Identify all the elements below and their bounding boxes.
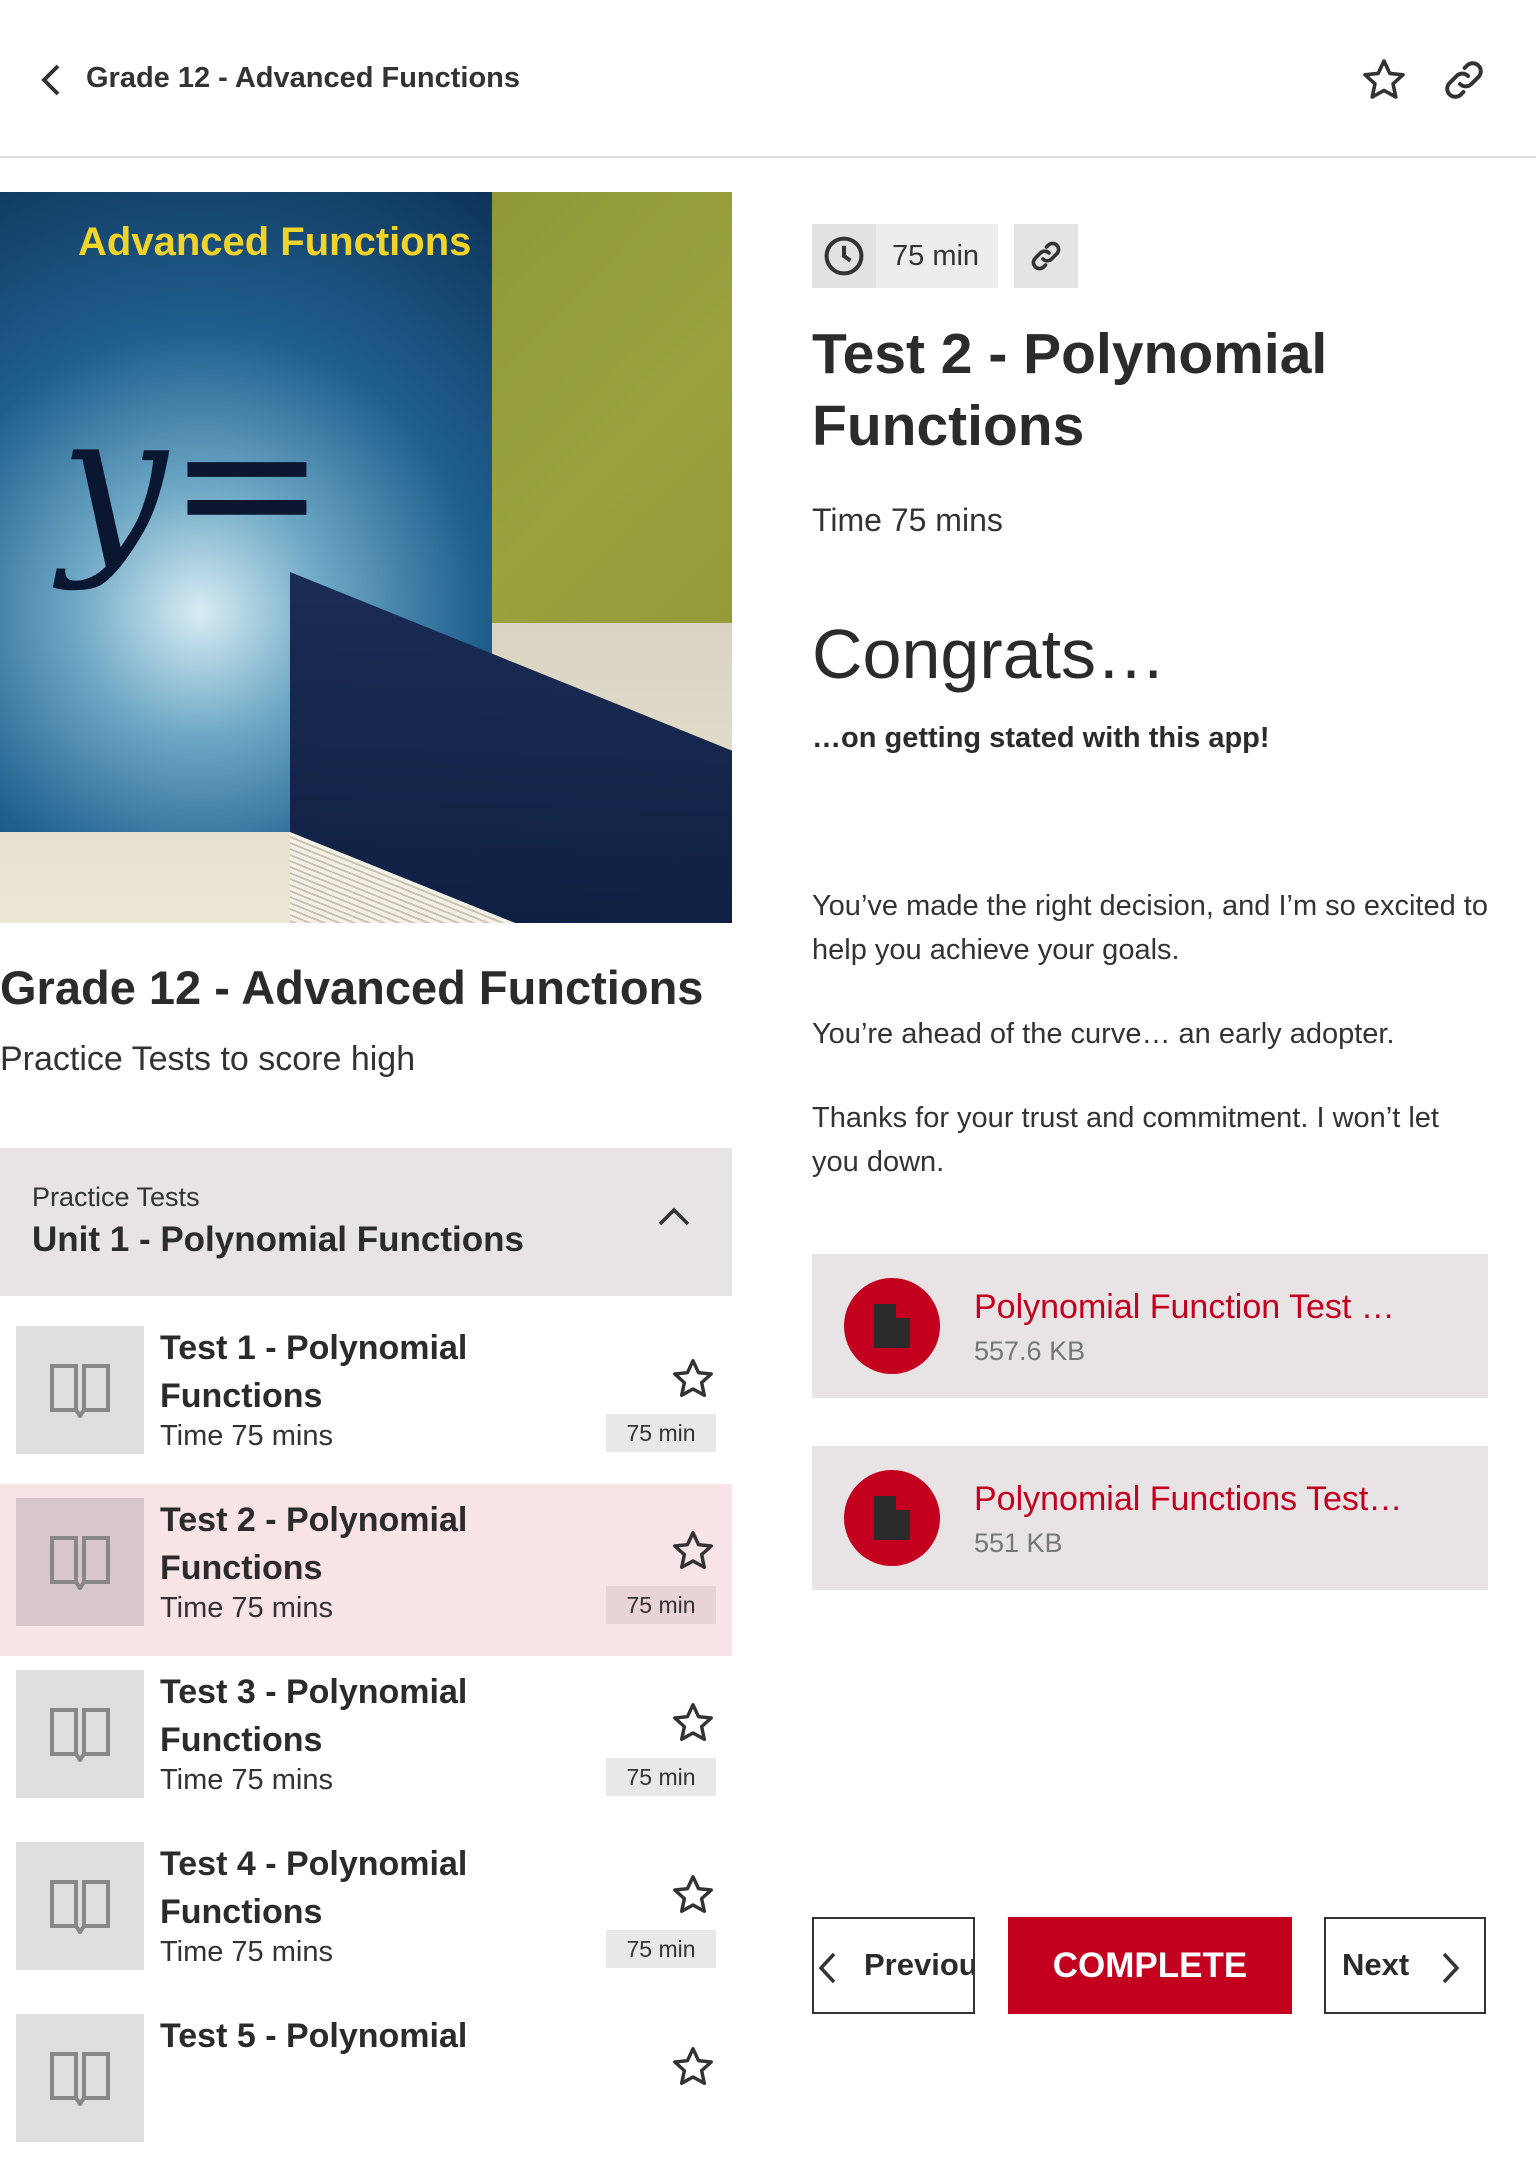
lesson-time: Time 75 mins xyxy=(812,502,1003,538)
cover-title: Advanced Functions xyxy=(78,220,472,264)
copy-link-button[interactable] xyxy=(1014,224,1078,288)
document-icon xyxy=(874,1304,910,1348)
course-cover-image: Advanced Functions y= xyxy=(0,192,732,923)
star-icon[interactable] xyxy=(670,1700,716,1746)
content-paragraph: You’ve made the right decision, and I’m … xyxy=(812,890,1488,966)
attachment-size: 551 KB xyxy=(974,1528,1063,1558)
list-item[interactable]: Test 1 - Polynomial Functions Time 75 mi… xyxy=(0,1312,732,1484)
duration-badge: 75 min xyxy=(606,1586,716,1624)
book-icon xyxy=(50,1364,110,1418)
item-title: Test 4 - Polynomial Functions xyxy=(160,1845,468,1931)
link-icon xyxy=(1031,241,1061,271)
item-title: Test 5 - Polynomial xyxy=(160,2017,468,2055)
item-thumbnail xyxy=(16,1498,144,1626)
item-thumbnail xyxy=(16,1670,144,1798)
page-title: Grade 12 - Advanced Functions xyxy=(86,62,521,94)
lesson-title: Test 2 - Polynomial Functions xyxy=(812,322,1328,458)
content-heading: Congrats… xyxy=(812,615,1167,693)
section-header[interactable]: Practice Tests Unit 1 - Polynomial Funct… xyxy=(0,1148,732,1296)
attachment-item[interactable]: Polynomial Function Test … 557.6 KB xyxy=(812,1254,1488,1398)
item-time: Time 75 mins xyxy=(160,1420,333,1452)
item-time: Time 75 mins xyxy=(160,1764,333,1796)
attachment-item[interactable]: Polynomial Functions Test… 551 KB xyxy=(812,1446,1488,1590)
section-name: Unit 1 - Polynomial Functions xyxy=(32,1220,524,1259)
attachment-name: Polynomial Functions Test… xyxy=(974,1480,1403,1518)
previous-button[interactable]: Previous xyxy=(812,1917,975,2014)
star-icon[interactable] xyxy=(670,1356,716,1402)
duration-chip: 75 min xyxy=(812,224,998,288)
book-icon xyxy=(50,2052,110,2106)
list-item[interactable]: Test 3 - Polynomial Functions Time 75 mi… xyxy=(0,1656,732,1828)
top-bar: Grade 12 - Advanced Functions xyxy=(0,0,1536,158)
item-title: Test 2 - Polynomial Functions xyxy=(160,1501,468,1587)
content-paragraph: You’re ahead of the curve… an early adop… xyxy=(812,1018,1395,1050)
chevron-left-icon xyxy=(818,1952,836,1984)
back-arrow-icon[interactable] xyxy=(36,60,68,100)
list-item[interactable]: Test 5 - Polynomial xyxy=(0,2000,732,2172)
item-title: Test 3 - Polynomial Functions xyxy=(160,1673,468,1759)
duration-text: 75 min xyxy=(892,239,980,272)
course-title: Grade 12 - Advanced Functions xyxy=(0,961,704,1014)
duration-badge: 75 min xyxy=(606,1930,716,1968)
attachment-name: Polynomial Function Test … xyxy=(974,1288,1395,1326)
previous-label: Previous xyxy=(864,1947,973,1982)
share-link-icon[interactable] xyxy=(1440,56,1488,104)
course-subtitle: Practice Tests to score high xyxy=(0,1040,416,1078)
complete-button[interactable]: COMPLETE xyxy=(1008,1917,1292,2014)
duration-badge: 75 min xyxy=(606,1758,716,1796)
chevron-right-icon xyxy=(1442,1952,1460,1984)
item-time: Time 75 mins xyxy=(160,1592,333,1624)
list-item[interactable]: Test 2 - Polynomial Functions Time 75 mi… xyxy=(0,1484,732,1656)
book-icon xyxy=(50,1708,110,1762)
favorite-star-icon[interactable] xyxy=(1360,56,1408,104)
cover-equation: y= xyxy=(60,372,327,593)
section-label: Practice Tests xyxy=(32,1182,200,1212)
item-thumbnail xyxy=(16,1842,144,1970)
book-icon xyxy=(50,1880,110,1934)
item-time: Time 75 mins xyxy=(160,1936,333,1968)
star-icon[interactable] xyxy=(670,1872,716,1918)
attachment-size: 557.6 KB xyxy=(974,1336,1086,1366)
clock-icon xyxy=(824,236,864,276)
chevron-up-icon[interactable] xyxy=(656,1204,692,1228)
item-title: Test 1 - Polynomial Functions xyxy=(160,1329,468,1415)
item-thumbnail xyxy=(16,1326,144,1454)
star-icon[interactable] xyxy=(670,1528,716,1574)
book-icon xyxy=(50,1536,110,1590)
next-button[interactable]: Next xyxy=(1324,1917,1486,2014)
duration-badge: 75 min xyxy=(606,1414,716,1452)
content-subheading: …on getting stated with this app! xyxy=(812,722,1270,754)
next-label: Next xyxy=(1342,1947,1410,1982)
list-item[interactable]: Test 4 - Polynomial Functions Time 75 mi… xyxy=(0,1828,732,2000)
item-thumbnail xyxy=(16,2014,144,2142)
document-icon xyxy=(874,1496,910,1540)
content-paragraph: Thanks for your trust and commitment. I … xyxy=(812,1102,1439,1178)
star-icon[interactable] xyxy=(670,2044,716,2090)
